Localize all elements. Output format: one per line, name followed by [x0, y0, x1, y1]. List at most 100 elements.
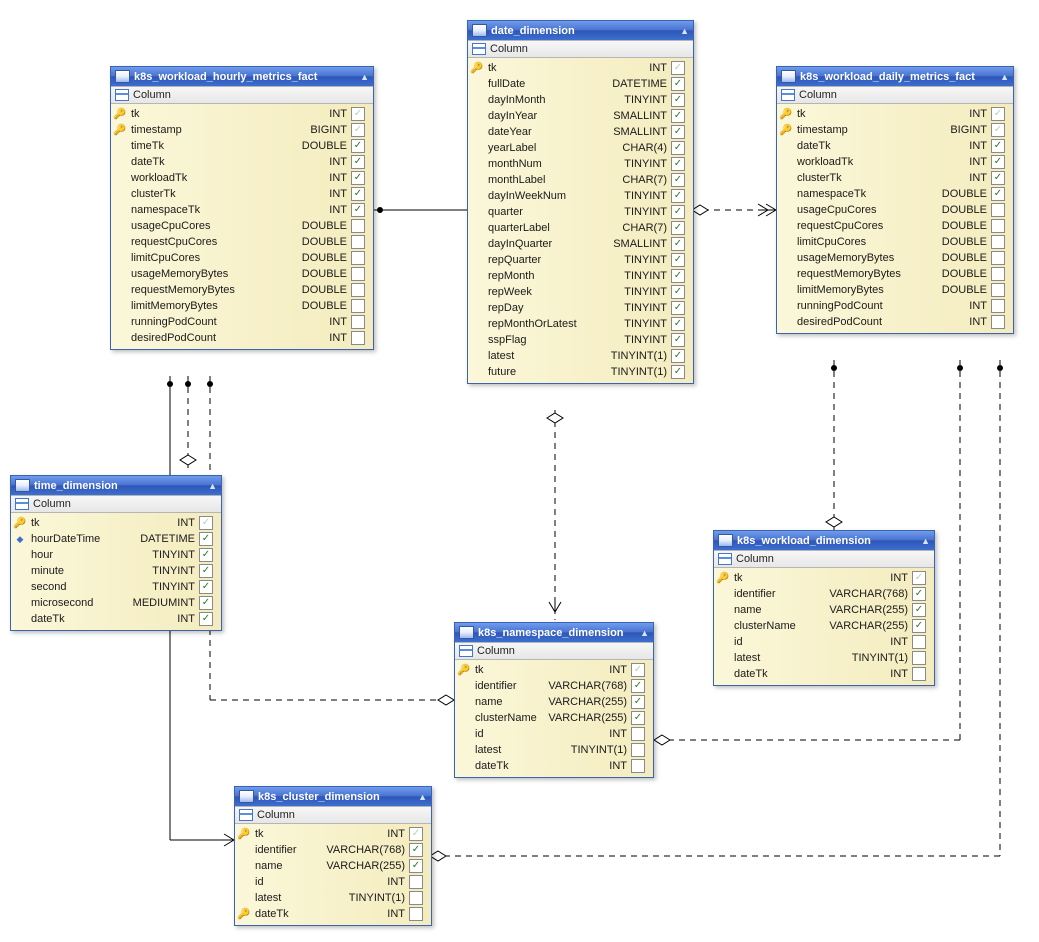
checkbox-icon[interactable]: ✓ — [991, 139, 1005, 153]
checkbox-icon[interactable]: ✓ — [199, 532, 213, 546]
collapse-icon[interactable]: ▲ — [208, 481, 217, 491]
column-row[interactable]: sspFlagTINYINT✓ — [468, 332, 693, 348]
column-row[interactable]: monthNumTINYINT✓ — [468, 156, 693, 172]
collapse-icon[interactable]: ▲ — [1000, 72, 1009, 82]
checkbox-icon[interactable] — [991, 235, 1005, 249]
table-title-bar[interactable]: k8s_workload_hourly_metrics_fact▲ — [111, 67, 373, 86]
checkbox-icon[interactable]: ✓ — [671, 173, 685, 187]
checkbox-icon[interactable] — [351, 235, 365, 249]
column-row[interactable]: dateTkINT✓ — [777, 138, 1013, 154]
column-row[interactable]: identifierVARCHAR(768)✓ — [714, 586, 934, 602]
checkbox-icon[interactable] — [991, 251, 1005, 265]
checkbox-icon[interactable]: ✓ — [631, 679, 645, 693]
column-row[interactable]: repQuarterTINYINT✓ — [468, 252, 693, 268]
checkbox-icon[interactable]: ✓ — [199, 580, 213, 594]
table-namespace-dimension[interactable]: k8s_namespace_dimension▲Column🔑tkINT✓ide… — [454, 622, 654, 778]
column-row[interactable]: latestTINYINT(1) — [235, 890, 431, 906]
checkbox-icon[interactable]: ✓ — [671, 157, 685, 171]
checkbox-icon[interactable]: ✓ — [671, 269, 685, 283]
column-row[interactable]: repMonthTINYINT✓ — [468, 268, 693, 284]
checkbox-icon[interactable]: ✓ — [671, 109, 685, 123]
column-row[interactable]: 🔑tkINT✓ — [714, 570, 934, 586]
table-workload-dimension[interactable]: k8s_workload_dimension▲Column🔑tkINT✓iden… — [713, 530, 935, 686]
table-daily-fact[interactable]: k8s_workload_daily_metrics_fact▲Column 🔑t… — [776, 66, 1014, 334]
checkbox-icon[interactable]: ✓ — [409, 859, 423, 873]
checkbox-icon[interactable]: ✓ — [991, 187, 1005, 201]
checkbox-icon[interactable]: ✓ — [671, 285, 685, 299]
column-row[interactable]: requestMemoryBytesDOUBLE — [777, 266, 1013, 282]
column-row[interactable]: idINT — [455, 726, 653, 742]
column-row[interactable]: repWeekTINYINT✓ — [468, 284, 693, 300]
checkbox-icon[interactable] — [351, 219, 365, 233]
checkbox-icon[interactable]: ✓ — [199, 596, 213, 610]
checkbox-icon[interactable] — [409, 907, 423, 921]
table-date-dimension[interactable]: date_dimension▲Column 🔑tkINT✓fullDateDATE… — [467, 20, 694, 384]
checkbox-icon[interactable]: ✓ — [199, 548, 213, 562]
column-section-header[interactable]: Column — [777, 86, 1013, 104]
checkbox-icon[interactable]: ✓ — [671, 221, 685, 235]
checkbox-icon[interactable] — [991, 219, 1005, 233]
checkbox-icon[interactable]: ✓ — [671, 333, 685, 347]
column-row[interactable]: 🔑tkINT✓ — [455, 662, 653, 678]
table-title-bar[interactable]: k8s_cluster_dimension▲ — [235, 787, 431, 806]
column-row[interactable]: limitCpuCoresDOUBLE — [777, 234, 1013, 250]
checkbox-icon[interactable]: ✓ — [351, 203, 365, 217]
checkbox-icon[interactable]: ✓ — [671, 93, 685, 107]
column-row[interactable]: futureTINYINT(1)✓ — [468, 364, 693, 380]
table-title-bar[interactable]: date_dimension▲ — [468, 21, 693, 40]
checkbox-icon[interactable]: ✓ — [671, 77, 685, 91]
column-section-header[interactable]: Column — [11, 495, 221, 513]
collapse-icon[interactable]: ▲ — [418, 792, 427, 802]
checkbox-icon[interactable]: ✓ — [351, 187, 365, 201]
table-title-bar[interactable]: k8s_workload_daily_metrics_fact▲ — [777, 67, 1013, 86]
table-title-bar[interactable]: k8s_workload_dimension▲ — [714, 531, 934, 550]
column-section-header[interactable]: Column — [235, 806, 431, 824]
checkbox-icon[interactable]: ✓ — [991, 107, 1005, 121]
column-row[interactable]: clusterNameVARCHAR(255)✓ — [455, 710, 653, 726]
checkbox-icon[interactable] — [631, 727, 645, 741]
column-row[interactable]: dateYearSMALLINT✓ — [468, 124, 693, 140]
column-row[interactable]: 🔑tkINT✓ — [468, 60, 693, 76]
column-row[interactable]: repMonthOrLatestTINYINT✓ — [468, 316, 693, 332]
checkbox-icon[interactable] — [991, 283, 1005, 297]
table-hourly-fact[interactable]: k8s_workload_hourly_metrics_fact▲Column🔑… — [110, 66, 374, 350]
column-row[interactable]: dayInQuarterSMALLINT✓ — [468, 236, 693, 252]
column-row[interactable]: idINT — [235, 874, 431, 890]
column-section-header[interactable]: Column — [455, 642, 653, 660]
column-row[interactable]: runningPodCountINT — [111, 314, 373, 330]
checkbox-icon[interactable]: ✓ — [351, 171, 365, 185]
checkbox-icon[interactable]: ✓ — [351, 107, 365, 121]
column-row[interactable]: repDayTINYINT✓ — [468, 300, 693, 316]
checkbox-icon[interactable]: ✓ — [991, 171, 1005, 185]
column-row[interactable]: latestTINYINT(1) — [714, 650, 934, 666]
checkbox-icon[interactable]: ✓ — [351, 139, 365, 153]
column-row[interactable]: dateTkINT — [455, 758, 653, 774]
column-row[interactable]: 🔑tkINT✓ — [235, 826, 431, 842]
checkbox-icon[interactable]: ✓ — [671, 349, 685, 363]
checkbox-icon[interactable]: ✓ — [912, 587, 926, 601]
checkbox-icon[interactable]: ✓ — [671, 189, 685, 203]
checkbox-icon[interactable] — [912, 635, 926, 649]
checkbox-icon[interactable]: ✓ — [631, 663, 645, 677]
checkbox-icon[interactable]: ✓ — [671, 125, 685, 139]
column-row[interactable]: timeTkDOUBLE✓ — [111, 138, 373, 154]
checkbox-icon[interactable]: ✓ — [671, 237, 685, 251]
column-row[interactable]: 🔑tkINT✓ — [777, 106, 1013, 122]
checkbox-icon[interactable]: ✓ — [671, 317, 685, 331]
column-row[interactable]: dayInYearSMALLINT✓ — [468, 108, 693, 124]
column-row[interactable]: usageMemoryBytesDOUBLE — [111, 266, 373, 282]
column-row[interactable]: identifierVARCHAR(768)✓ — [235, 842, 431, 858]
checkbox-icon[interactable] — [991, 267, 1005, 281]
checkbox-icon[interactable]: ✓ — [912, 571, 926, 585]
column-section-header[interactable]: Column — [468, 40, 693, 58]
column-row[interactable]: latestTINYINT(1)✓ — [468, 348, 693, 364]
checkbox-icon[interactable] — [351, 299, 365, 313]
column-row[interactable]: fullDateDATETIME✓ — [468, 76, 693, 92]
checkbox-icon[interactable] — [991, 203, 1005, 217]
column-row[interactable]: ◆hourDateTimeDATETIME✓ — [11, 531, 221, 547]
column-row[interactable]: dayInWeekNumTINYINT✓ — [468, 188, 693, 204]
checkbox-icon[interactable]: ✓ — [671, 301, 685, 315]
column-row[interactable]: workloadTkINT✓ — [111, 170, 373, 186]
checkbox-icon[interactable] — [991, 299, 1005, 313]
table-title-bar[interactable]: k8s_namespace_dimension▲ — [455, 623, 653, 642]
